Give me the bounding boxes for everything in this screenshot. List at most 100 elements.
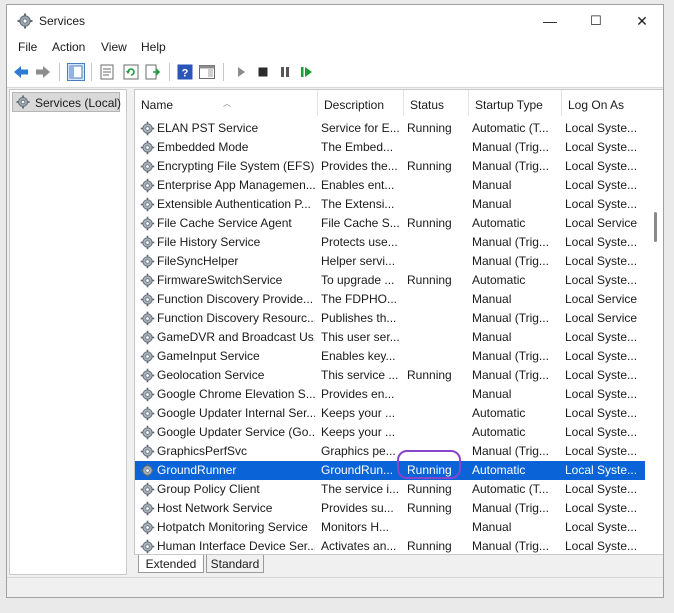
service-description: The Embed... [321,140,394,154]
table-row[interactable]: Geolocation Service This service ... Runni… [135,366,645,385]
table-row[interactable]: Encrypting File System (EFS) Provides the… [135,157,645,176]
table-row[interactable]: Human Interface Device Ser... Activates a… [135,537,645,554]
action-pane-icon[interactable] [199,64,215,80]
service-gear-icon [140,387,155,402]
table-row[interactable]: GroundRunner GroundRun... Running Automatic… [135,461,645,480]
service-startup-type: Manual (Trig... [472,254,549,268]
table-row[interactable]: File Cache Service Agent File Cache S... R… [135,214,645,233]
start-service-icon[interactable] [233,64,249,80]
service-name: Function Discovery Provide... [157,292,314,306]
service-description: File Cache S... [321,216,400,230]
column-header-startup-type[interactable]: Startup Type [469,90,562,116]
service-status [407,423,467,442]
service-gear-icon [140,330,155,345]
service-name: Google Updater Internal Ser... [157,406,315,420]
service-log-on-as: Local Syste... [565,368,638,382]
service-description: Provides su... [321,501,394,515]
tree-item-label: Services (Local) [35,96,122,110]
table-row[interactable]: Host Network Service Provides su... Runnin… [135,499,645,518]
table-row[interactable]: FileSyncHelper Helper servi... Manual (Tri… [135,252,645,271]
service-gear-icon [140,121,155,136]
table-row[interactable]: Hotpatch Monitoring Service Monitors H...… [135,518,645,537]
restart-service-icon[interactable] [299,64,315,80]
table-row[interactable]: Google Chrome Elevation S... Provides en.… [135,385,645,404]
services-window: Services — ☐ ✕ File Action View Help ? S… [6,4,664,598]
properties-icon[interactable] [99,64,115,80]
service-startup-type: Manual [472,197,512,211]
back-arrow-icon[interactable] [13,64,29,80]
table-row[interactable]: File History Service Protects use... Manua… [135,233,645,252]
table-row[interactable]: Google Updater Internal Ser... Keeps your… [135,404,645,423]
stop-service-icon[interactable] [255,64,271,80]
service-name: GraphicsPerfSvc [157,444,248,458]
service-startup-type: Manual (Trig... [472,235,549,249]
service-log-on-as: Local Syste... [565,349,638,363]
service-log-on-as: Local Syste... [565,425,638,439]
service-gear-icon [140,311,155,326]
show-hide-console-tree-icon[interactable] [67,63,85,81]
service-description: Keeps your ... [321,406,396,420]
service-startup-type: Automatic [472,216,526,230]
service-name: Embedded Mode [157,140,249,154]
close-button[interactable]: ✕ [619,5,663,37]
table-row[interactable]: GameDVR and Broadcast Us... This user ser… [135,328,645,347]
service-startup-type: Manual [472,330,512,344]
tab-extended[interactable]: Extended [138,555,204,573]
refresh-icon[interactable] [123,64,139,80]
maximize-button[interactable]: ☐ [573,5,619,37]
service-name: Encrypting File System (EFS) [157,159,315,173]
service-status: Running [407,273,452,287]
service-startup-type: Manual (Trig... [472,444,549,458]
service-description: This user ser... [321,330,400,344]
pause-service-icon[interactable] [277,64,293,80]
forward-arrow-icon[interactable] [35,64,51,80]
table-row[interactable]: GameInput Service Enables key... Manual (T… [135,347,645,366]
service-status: Running [407,501,452,515]
service-startup-type: Manual (Trig... [472,140,549,154]
table-row[interactable]: Function Discovery Resourc... Publishes t… [135,309,645,328]
service-name: Function Discovery Resourc... [157,311,315,325]
view-tabs: Extended Standard [134,555,663,575]
service-status [407,385,467,404]
service-log-on-as: Local Syste... [565,501,638,515]
table-row[interactable]: Enterprise App Managemen... Enables ent..… [135,176,645,195]
service-status [407,290,467,309]
menu-help[interactable]: Help [141,40,166,54]
service-description: Enables key... [321,349,396,363]
tab-standard[interactable]: Standard [206,555,264,573]
table-row[interactable]: Google Updater Service (Go... Keeps your … [135,423,645,442]
services-gear-icon [17,13,33,29]
table-row[interactable]: ELAN PST Service Service for E... Running A… [135,119,645,138]
menu-view[interactable]: View [101,40,127,54]
table-row[interactable]: FirmwareSwitchService To upgrade ... Runni… [135,271,645,290]
service-startup-type: Manual (Trig... [472,368,549,382]
service-startup-type: Manual [472,292,512,306]
table-row[interactable]: Extensible Authentication P... The Extens… [135,195,645,214]
service-status: Running [407,159,452,173]
service-description: Enables ent... [321,178,395,192]
menu-file[interactable]: File [18,40,37,54]
column-header-log-on-as[interactable]: Log On As [562,90,645,116]
help-icon[interactable]: ? [177,64,193,80]
tree-item-services-local[interactable]: Services (Local) [12,92,122,112]
service-gear-icon [140,197,155,212]
export-list-icon[interactable] [145,64,161,80]
column-header-description[interactable]: Description [318,90,404,116]
minimize-button[interactable]: — [527,5,573,37]
service-status: Running [407,539,452,553]
console-tree-pane: Services (Local) [9,89,127,575]
table-row[interactable]: Embedded Mode The Embed... Manual (Trig...… [135,138,645,157]
vertical-scrollbar[interactable] [649,90,663,554]
table-row[interactable]: Group Policy Client The service i... Runni… [135,480,645,499]
service-startup-type: Manual (Trig... [472,349,549,363]
menu-action[interactable]: Action [52,40,85,54]
service-gear-icon [140,216,155,231]
column-header-status[interactable]: Status [404,90,469,116]
table-row[interactable]: Function Discovery Provide... The FDPHO..… [135,290,645,309]
service-log-on-as: Local Syste... [565,197,638,211]
scrollbar-thumb[interactable] [654,212,657,242]
column-header-name[interactable]: Name ︿ [135,90,318,116]
service-startup-type: Automatic [472,463,526,477]
service-name: Hotpatch Monitoring Service [157,520,308,534]
table-row[interactable]: GraphicsPerfSvc Graphics pe... Manual (Tri… [135,442,645,461]
